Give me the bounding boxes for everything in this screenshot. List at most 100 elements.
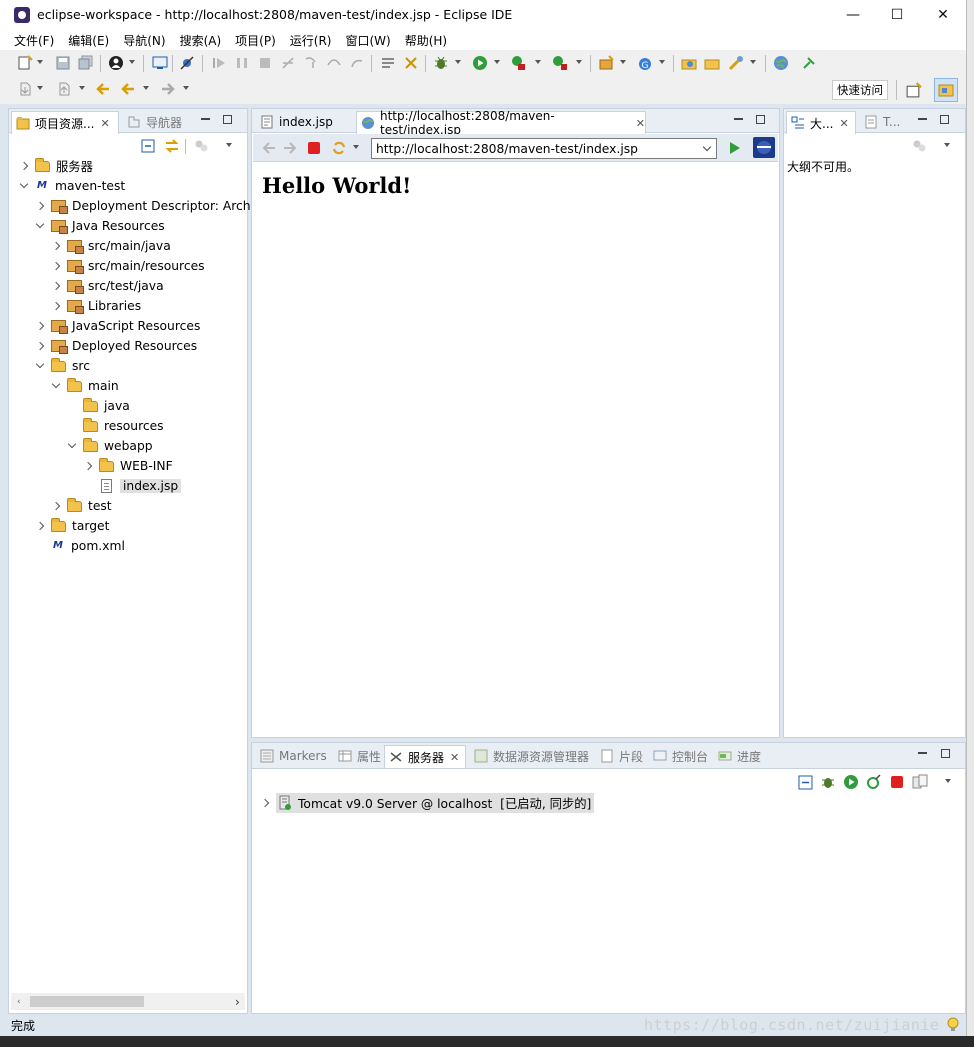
menu-window[interactable]: 窗口(W)	[345, 30, 390, 50]
browser-stop-icon[interactable]	[307, 141, 321, 155]
minimize-view-icon[interactable]	[918, 118, 927, 120]
search-tool-icon[interactable]	[728, 55, 744, 71]
tree-item-src-test-java[interactable]: src/test/java	[51, 276, 164, 296]
tree-item-deployment-descriptor-arche[interactable]: Deployment Descriptor: Arche	[35, 196, 258, 216]
horizontal-scrollbar[interactable]: ‹ ›	[11, 993, 245, 1010]
profile-server-icon[interactable]	[866, 774, 882, 790]
scroll-right-icon[interactable]: ›	[235, 995, 240, 1009]
skip-breakpoints-icon[interactable]	[179, 55, 195, 71]
tree-item-main[interactable]: main	[51, 376, 119, 396]
profile-icon[interactable]	[108, 55, 124, 71]
close-tab-icon[interactable]: ✕	[839, 117, 848, 130]
maximize-view-icon[interactable]	[940, 115, 949, 124]
publish-icon[interactable]	[912, 774, 928, 790]
stop-server-icon[interactable]	[890, 775, 904, 789]
lightbulb-icon[interactable]	[946, 1017, 960, 1033]
new-server-icon[interactable]	[598, 55, 614, 71]
quick-access-field[interactable]: 快速访问	[832, 80, 888, 100]
minimize-view-icon[interactable]	[201, 118, 210, 120]
browser-refresh-dropdown-icon[interactable]	[353, 145, 359, 149]
tree-item-webapp[interactable]: webapp	[67, 436, 153, 456]
back-icon[interactable]	[120, 81, 136, 97]
tree-item-web-inf[interactable]: WEB-INF	[83, 456, 173, 476]
tree-item-libraries[interactable]: Libraries	[51, 296, 141, 316]
javaee-perspective-button[interactable]	[934, 78, 958, 102]
collapse-all-icon[interactable]	[141, 139, 155, 153]
chevron-right-icon[interactable]	[83, 461, 93, 471]
disconnect-icon[interactable]	[280, 55, 296, 71]
tree-item-deployed-resources[interactable]: Deployed Resources	[35, 336, 197, 356]
chevron-right-icon[interactable]	[35, 201, 45, 211]
maximize-view-icon[interactable]	[941, 749, 950, 758]
tab-outline[interactable]: 大... ✕	[786, 111, 856, 134]
url-history-dropdown-icon[interactable]	[702, 142, 712, 152]
open-perspective-icon[interactable]	[905, 82, 922, 99]
chevron-down-icon[interactable]	[35, 221, 45, 231]
maximize-view-icon[interactable]	[223, 115, 232, 124]
chevron-right-icon[interactable]	[51, 241, 61, 251]
run-icon[interactable]	[472, 55, 488, 71]
last-edit-location-icon[interactable]	[95, 81, 111, 97]
open-type-icon[interactable]	[681, 55, 697, 71]
maximize-editor-icon[interactable]	[756, 115, 765, 124]
minimize-view-icon[interactable]	[918, 752, 927, 754]
scrollbar-thumb[interactable]	[30, 996, 144, 1007]
pin-editor-icon[interactable]	[801, 55, 817, 71]
minimize-editor-icon[interactable]	[734, 118, 743, 120]
new-class-icon[interactable]: G	[637, 55, 653, 71]
tab-web-browser[interactable]: http://localhost:2808/maven-test/index.j…	[356, 109, 646, 137]
scroll-left-icon[interactable]: ‹	[17, 997, 21, 1007]
menu-file[interactable]: 文件(F)	[14, 30, 54, 50]
console-icon[interactable]	[152, 55, 168, 71]
external-tools-icon[interactable]	[552, 55, 568, 71]
chevron-down-icon[interactable]	[67, 441, 77, 451]
open-task-icon[interactable]	[704, 55, 720, 71]
url-input[interactable]: http://localhost:2808/maven-test/index.j…	[371, 138, 717, 159]
start-server-icon[interactable]	[843, 774, 859, 790]
step-into-icon[interactable]	[303, 55, 319, 71]
minimize-button[interactable]: —	[830, 0, 876, 30]
next-annotation-icon[interactable]	[17, 81, 33, 97]
chevron-right-icon[interactable]	[19, 161, 29, 171]
link-with-editor-icon[interactable]	[164, 138, 180, 154]
tab-progress[interactable]: 进度	[714, 745, 764, 767]
profile-dropdown-icon[interactable]	[129, 60, 135, 64]
chevron-down-icon[interactable]	[51, 381, 61, 391]
tree-item-src[interactable]: src	[35, 356, 90, 376]
chevron-right-icon[interactable]	[51, 281, 61, 291]
coverage-icon[interactable]	[511, 55, 527, 71]
web-browser-icon[interactable]	[773, 55, 789, 71]
filter-icon[interactable]	[194, 139, 209, 153]
outline-filter-icon[interactable]	[912, 139, 927, 153]
menu-run[interactable]: 运行(R)	[290, 30, 332, 50]
terminate-icon[interactable]	[257, 55, 273, 71]
tree-item-resources[interactable]: resources	[67, 416, 164, 436]
close-tab-icon[interactable]: ✕	[450, 751, 459, 764]
tab-console[interactable]: 控制台	[649, 745, 711, 767]
tree-item-[interactable]: 服务器	[19, 156, 93, 176]
chevron-right-icon[interactable]	[51, 501, 61, 511]
tree-item-target[interactable]: target	[35, 516, 109, 536]
chevron-right-icon[interactable]	[35, 521, 45, 531]
menu-navigate[interactable]: 导航(N)	[123, 30, 165, 50]
save-icon[interactable]	[55, 55, 71, 71]
chevron-right-icon[interactable]	[51, 301, 61, 311]
chevron-right-icon[interactable]	[51, 261, 61, 271]
new-icon[interactable]	[17, 55, 33, 71]
close-button[interactable]: ✕	[920, 0, 966, 30]
tree-item-src-main-java[interactable]: src/main/java	[51, 236, 171, 256]
tab-servers[interactable]: 服务器 ✕	[384, 745, 466, 768]
tree-item-java[interactable]: java	[67, 396, 130, 416]
servers-view-menu-icon[interactable]	[945, 779, 951, 783]
new-dropdown-icon[interactable]	[37, 60, 43, 64]
browser-refresh-icon[interactable]	[331, 140, 347, 156]
tree-item-test[interactable]: test	[51, 496, 112, 516]
tree-item-pom-xml[interactable]: Mpom.xml	[35, 536, 125, 556]
start-debug-icon[interactable]	[820, 774, 836, 790]
save-all-icon[interactable]	[78, 55, 94, 71]
suspend-icon[interactable]	[234, 55, 250, 71]
tab-navigator[interactable]: 导航器	[123, 111, 203, 133]
forward-icon[interactable]	[160, 81, 176, 97]
tab-snippets[interactable]: 片段	[596, 745, 646, 767]
menu-edit[interactable]: 编辑(E)	[68, 30, 109, 50]
